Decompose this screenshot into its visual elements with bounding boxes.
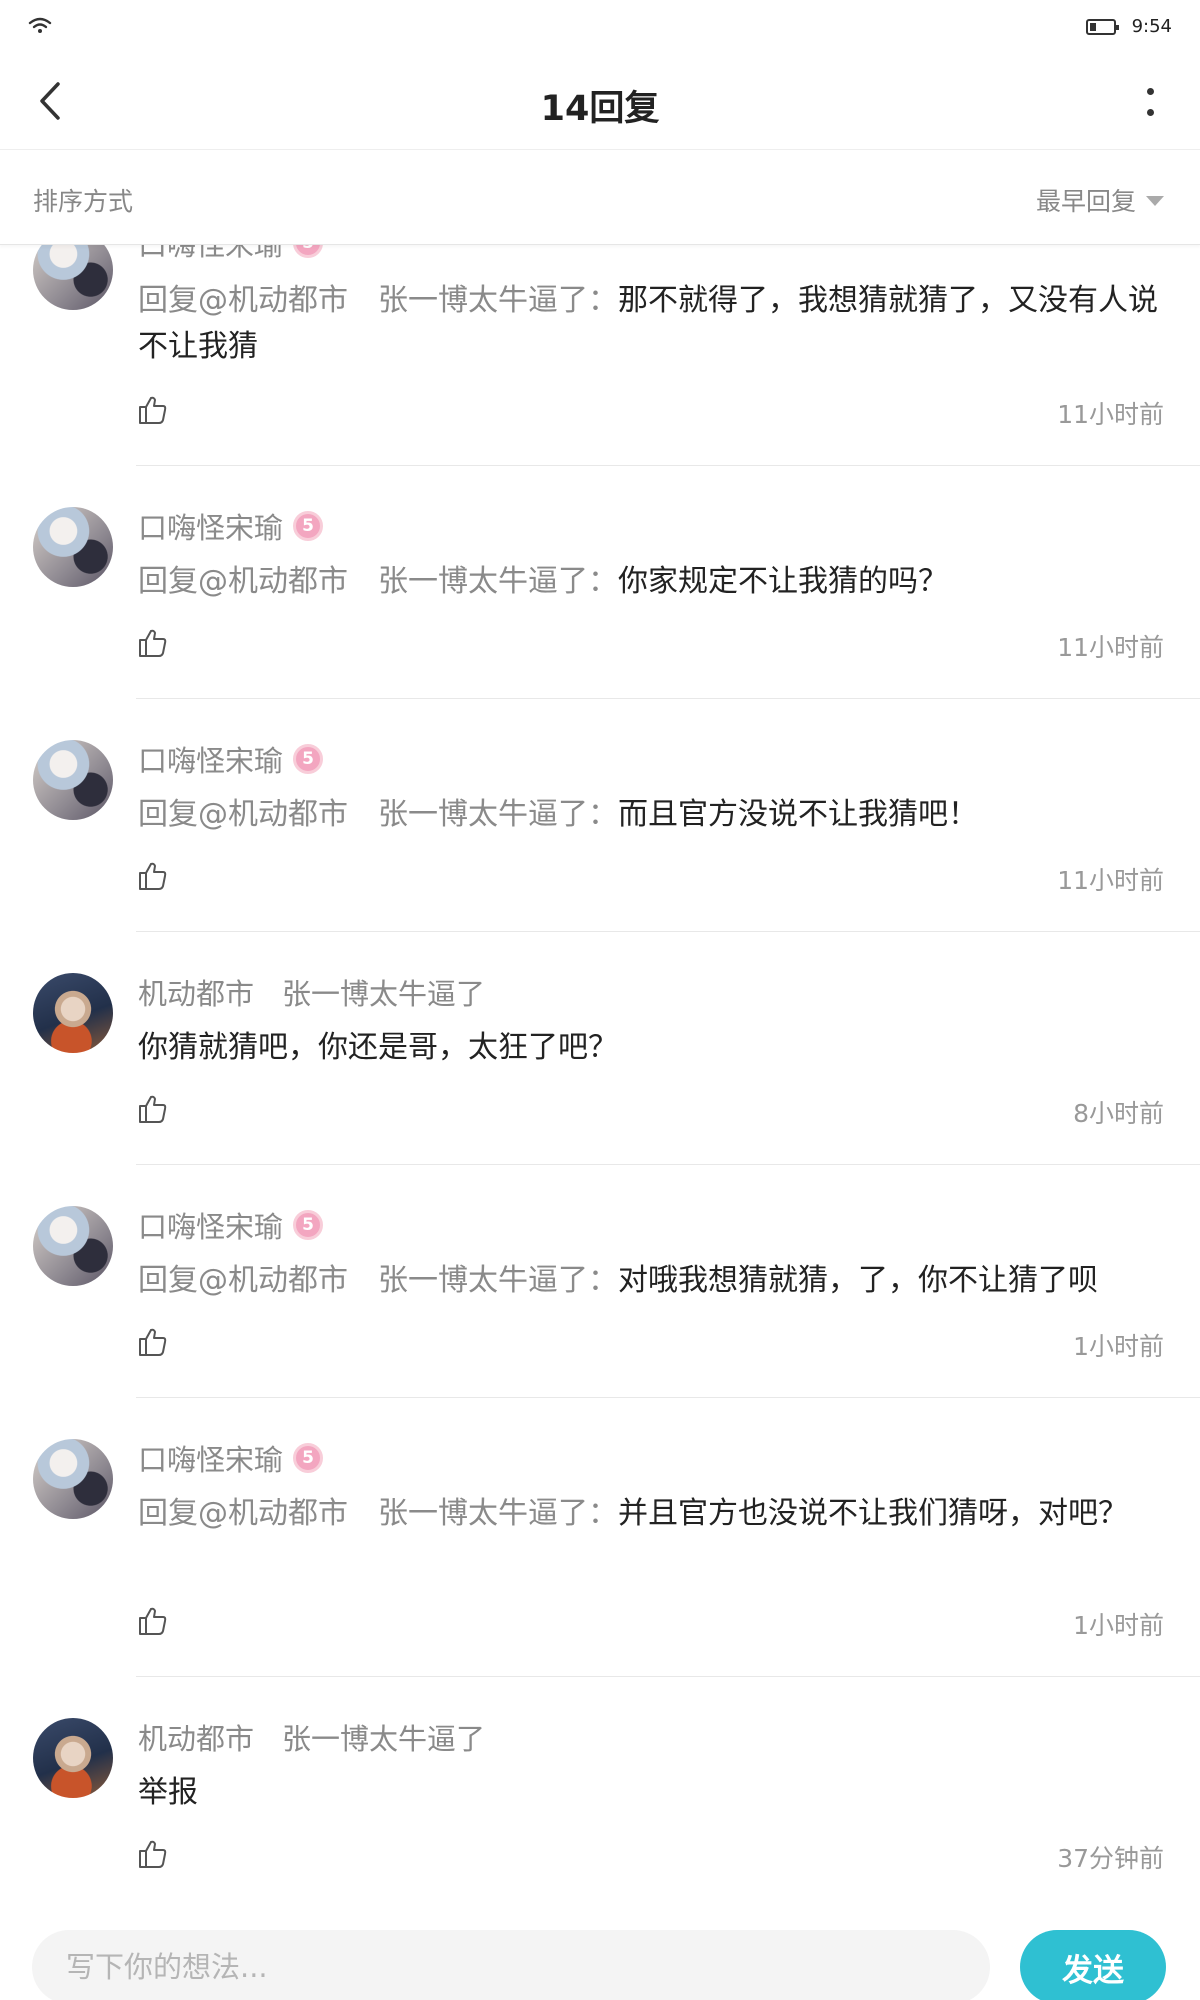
- thumbs-up-icon[interactable]: [136, 1093, 168, 1125]
- reply-content: 回复@机动都市 张一博太牛逼了：并且官方也没说不让我们猜呀，对吧？: [138, 1491, 1168, 1537]
- reply-content: 回复@机动都市 张一博太牛逼了：那不就得了，我想猜就猜了，又没有人说不让我猜: [138, 278, 1168, 370]
- level-badge: 5: [293, 511, 324, 541]
- divider: [136, 1676, 1200, 1677]
- author-name[interactable]: 口嗨怪宋瑜: [138, 245, 283, 264]
- list-item: 口嗨怪宋瑜 5 回复@机动都市 张一博太牛逼了：那不就得了，我想猜就猜了，又没有…: [0, 245, 1200, 467]
- level-badge: 5: [293, 1210, 324, 1240]
- sort-dropdown[interactable]: 最早回复: [1036, 182, 1164, 218]
- level-badge: 5: [293, 245, 324, 258]
- author-name[interactable]: 机动都市: [138, 971, 254, 1013]
- comment-input[interactable]: [32, 1930, 990, 2000]
- status-time: 9:54: [1131, 16, 1172, 37]
- sort-bar: 排序方式 最早回复: [0, 150, 1200, 245]
- reply-content: 你猜就猜吧，你还是哥，太狂了吧？: [138, 1025, 1168, 1071]
- divider: [136, 1164, 1200, 1165]
- level-badge: 5: [293, 744, 324, 774]
- reply-prefix[interactable]: 回复@机动都市 张一博太牛逼了：: [138, 1496, 618, 1531]
- reply-content: 回复@机动都市 张一博太牛逼了：而且官方没说不让我猜吧！: [138, 792, 1168, 838]
- author-name[interactable]: 口嗨怪宋瑜: [138, 1204, 283, 1246]
- battery-icon: [1086, 19, 1119, 35]
- avatar[interactable]: [33, 1718, 113, 1798]
- list-item: 口嗨怪宋瑜 5 回复@机动都市 张一博太牛逼了：并且官方也没说不让我们猜呀，对吧…: [0, 1399, 1200, 1678]
- divider: [136, 698, 1200, 699]
- reply-text: 你猜就猜吧，你还是哥，太狂了吧？: [138, 1030, 618, 1065]
- wifi-icon: [28, 17, 52, 33]
- timestamp: 11小时前: [1057, 866, 1164, 895]
- list-item: 机动都市 张一博太牛逼了 举报 37分钟前: [0, 1678, 1200, 1918]
- composer-bar: 发送: [0, 1920, 1200, 2000]
- send-button[interactable]: 发送: [1020, 1930, 1166, 2000]
- thumbs-up-icon[interactable]: [136, 860, 168, 892]
- page-title: 14回复: [540, 89, 660, 129]
- author-name[interactable]: 口嗨怪宋瑜: [138, 505, 283, 547]
- thumbs-up-icon[interactable]: [136, 627, 168, 659]
- sort-label: 排序方式: [33, 187, 134, 216]
- timestamp: 1小时前: [1073, 1332, 1164, 1361]
- reply-prefix[interactable]: 回复@机动都市 张一博太牛逼了：: [138, 564, 618, 599]
- author-suffix: 张一博太牛逼了: [282, 1722, 486, 1756]
- thumbs-up-icon[interactable]: [136, 1326, 168, 1358]
- reply-prefix[interactable]: 回复@机动都市 张一博太牛逼了：: [138, 797, 618, 832]
- reply-content: 举报: [138, 1770, 1168, 1816]
- reply-content: 回复@机动都市 张一博太牛逼了：对哦我想猜就猜，了，你不让猜了呗: [138, 1258, 1168, 1304]
- status-bar: 9:54: [0, 0, 1200, 52]
- reply-prefix[interactable]: 回复@机动都市 张一博太牛逼了：: [138, 1263, 618, 1298]
- author-name[interactable]: 机动都市: [138, 1716, 254, 1758]
- triangle-down-icon: [1146, 196, 1164, 206]
- timestamp: 11小时前: [1057, 400, 1164, 429]
- reply-content: 回复@机动都市 张一博太牛逼了：你家规定不让我猜的吗？: [138, 559, 1168, 605]
- thumbs-up-icon[interactable]: [136, 1605, 168, 1637]
- reply-text: 对哦我想猜就猜，了，你不让猜了呗: [618, 1263, 1098, 1298]
- more-vertical-icon[interactable]: [1140, 82, 1160, 122]
- list-item: 口嗨怪宋瑜 5 回复@机动都市 张一博太牛逼了：而且官方没说不让我猜吧！ 11小…: [0, 700, 1200, 933]
- thumbs-up-icon[interactable]: [136, 394, 168, 426]
- thumbs-up-icon[interactable]: [136, 1838, 168, 1870]
- level-badge: 5: [293, 1443, 324, 1473]
- divider: [136, 931, 1200, 932]
- list-item: 口嗨怪宋瑜 5 回复@机动都市 张一博太牛逼了：你家规定不让我猜的吗？ 11小时…: [0, 467, 1200, 700]
- sort-selected-value: 最早回复: [1035, 187, 1136, 216]
- reply-text: 并且官方也没说不让我们猜呀，对吧？: [618, 1496, 1128, 1531]
- author-name[interactable]: 口嗨怪宋瑜: [138, 1437, 283, 1479]
- reply-text: 举报: [138, 1775, 198, 1810]
- reply-prefix[interactable]: 回复@机动都市 张一博太牛逼了：: [138, 283, 618, 318]
- timestamp: 37分钟前: [1057, 1844, 1164, 1873]
- timestamp: 11小时前: [1057, 633, 1164, 662]
- avatar[interactable]: [33, 973, 113, 1053]
- list-item: 机动都市 张一博太牛逼了 你猜就猜吧，你还是哥，太狂了吧？ 8小时前: [0, 933, 1200, 1166]
- author-name[interactable]: 口嗨怪宋瑜: [138, 738, 283, 780]
- reply-text: 而且官方没说不让我猜吧！: [618, 797, 978, 832]
- reply-list[interactable]: 口嗨怪宋瑜 5 回复@机动都市 张一博太牛逼了：那不就得了，我想猜就猜了，又没有…: [0, 245, 1200, 1920]
- divider: [136, 465, 1200, 466]
- avatar[interactable]: [33, 507, 113, 587]
- author-suffix: 张一博太牛逼了: [282, 977, 486, 1011]
- avatar[interactable]: [33, 740, 113, 820]
- avatar[interactable]: [33, 245, 113, 310]
- avatar[interactable]: [33, 1206, 113, 1286]
- list-item: 口嗨怪宋瑜 5 回复@机动都市 张一博太牛逼了：对哦我想猜就猜，了，你不让猜了呗…: [0, 1166, 1200, 1399]
- divider: [136, 1397, 1200, 1398]
- nav-bar: 14回复: [0, 52, 1200, 150]
- avatar[interactable]: [33, 1439, 113, 1519]
- reply-text: 你家规定不让我猜的吗？: [618, 564, 948, 599]
- timestamp: 1小时前: [1073, 1611, 1164, 1640]
- timestamp: 8小时前: [1073, 1099, 1164, 1128]
